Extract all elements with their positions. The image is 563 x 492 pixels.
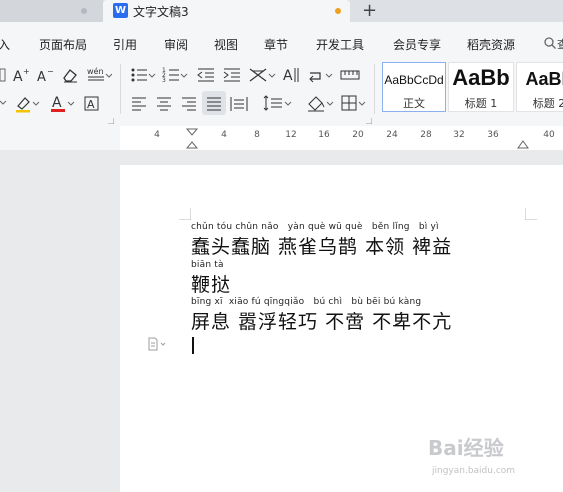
numbered-list-icon[interactable]: 123	[162, 65, 188, 85]
distributed-align-icon[interactable]	[230, 93, 248, 113]
svg-text:+: +	[23, 67, 30, 76]
doc-line-2: biān tà 鞭挞	[191, 260, 231, 297]
group-launcher-icon[interactable]	[366, 118, 372, 124]
borders-icon[interactable]	[340, 93, 366, 113]
text-cursor	[192, 337, 194, 354]
svg-text:3: 3	[162, 77, 166, 84]
paragraph-options-icon[interactable]	[147, 337, 167, 351]
unsaved-indicator-icon	[335, 8, 341, 14]
search-icon[interactable]	[544, 37, 556, 49]
character-border-icon[interactable]: A	[84, 93, 100, 113]
tab-bar: W 文字文稿3 +	[0, 0, 563, 22]
menu-page-layout[interactable]: 页面布局	[39, 36, 87, 53]
shading-icon[interactable]	[306, 93, 334, 113]
ruler-number: 20	[352, 130, 364, 140]
new-tab-button[interactable]: +	[362, 0, 377, 22]
writer-doc-icon: W	[113, 3, 128, 18]
ruler-number: 4	[154, 130, 160, 140]
doc-line-3: bīng xī xiāo fú qīngqiǎo bú chì bù bēi b…	[191, 297, 452, 334]
ruler-number: 32	[453, 130, 465, 140]
pinyin-guide-icon[interactable]: wén	[86, 65, 112, 85]
align-right-icon[interactable]	[180, 93, 198, 113]
font-size-dropdown-icon[interactable]	[0, 65, 8, 85]
tab-active-document[interactable]: W 文字文稿3	[103, 0, 350, 22]
dropdown-arrow-icon[interactable]	[0, 93, 8, 113]
tab-previous[interactable]	[0, 0, 103, 22]
right-indent-marker-icon[interactable]	[517, 131, 529, 149]
svg-text:A: A	[283, 68, 293, 84]
doc-line-1: chǔn tóu chǔn nǎo yàn què wū què běn lǐn…	[191, 222, 452, 259]
style-normal[interactable]: AaBbCcDd 正文	[382, 62, 446, 112]
ruler-number: 40	[543, 130, 555, 140]
font-color-icon[interactable]: A	[50, 93, 76, 113]
style-heading-2[interactable]: AaBb 标题 2	[516, 62, 563, 112]
margin-corner-top-left	[179, 208, 191, 220]
chinese-layout-icon[interactable]	[248, 65, 276, 85]
chinese-text: 屏息 嚣浮轻巧 不啻 不卑不亢	[191, 311, 453, 333]
indent-marker-icon[interactable]	[186, 128, 198, 150]
chinese-text: 蠢头蠢脑 燕雀乌鹊 本领 裨益	[191, 236, 453, 258]
style-normal-label: 正文	[403, 97, 425, 110]
ruler-number: 16	[318, 130, 330, 140]
margin-corner-top-right	[525, 208, 537, 220]
chinese-text: 鞭挞	[191, 274, 232, 296]
menu-docer-resources[interactable]: 稻壳资源	[467, 36, 515, 53]
menu-member[interactable]: 会员专享	[393, 36, 441, 53]
svg-text:−: −	[47, 67, 54, 76]
menu-review[interactable]: 审阅	[164, 36, 188, 53]
show-hide-marks-icon[interactable]: A	[282, 65, 300, 85]
ruler-number: 28	[420, 130, 432, 140]
menu-insert[interactable]: 插入	[0, 36, 10, 53]
tab-title: 文字文稿3	[133, 5, 189, 19]
menu-chapter[interactable]: 章节	[264, 36, 288, 53]
align-left-icon[interactable]	[130, 93, 148, 113]
svg-text:A: A	[52, 95, 62, 111]
style-heading-2-label: 标题 2	[532, 97, 563, 110]
increase-indent-icon[interactable]	[222, 65, 242, 85]
table-ruler-icon[interactable]	[340, 65, 360, 85]
menu-references[interactable]: 引用	[113, 36, 137, 53]
bullet-list-icon[interactable]	[130, 65, 156, 85]
ruler-number: 36	[487, 130, 499, 140]
ruler-number: 4	[221, 130, 227, 140]
pinyin-annotation: bīng xī xiāo fú qīngqiǎo bú chì bù bēi b…	[191, 297, 422, 307]
watermark-url: jingyan.baidu.com	[432, 466, 516, 476]
decrease-font-size-icon[interactable]: A −	[36, 65, 54, 85]
highlight-color-icon[interactable]	[14, 93, 40, 113]
svg-text:wén: wén	[87, 66, 104, 76]
horizontal-ruler[interactable]: 4 4 8 12 16 20 24 28 32 36 40	[0, 126, 563, 150]
ribbon-toolbar: A + A − wén A A 123 A AaBbCcDd 正文 AaBb 标…	[0, 56, 563, 126]
ruler-number: 8	[254, 130, 260, 140]
toolbar-separator	[374, 64, 375, 114]
watermark-brand: Bai经验	[428, 436, 504, 460]
tab-close-dot-icon[interactable]	[81, 8, 87, 14]
search-label[interactable]: 查	[557, 36, 563, 52]
menu-developer[interactable]: 开发工具	[316, 36, 364, 53]
ruler-number: 24	[386, 130, 398, 140]
group-launcher-icon[interactable]	[108, 118, 114, 124]
menu-bar: 插入 页面布局 引用 审阅 视图 章节 开发工具 会员专享 稻壳资源 查	[0, 22, 563, 56]
menu-view[interactable]: 视图	[214, 36, 238, 53]
decrease-indent-icon[interactable]	[196, 65, 216, 85]
clear-format-eraser-icon[interactable]	[61, 65, 79, 85]
style-heading-2-sample: AaBb	[525, 69, 563, 89]
svg-text:A: A	[37, 70, 46, 85]
svg-text:A: A	[13, 69, 23, 85]
ruler-number: 12	[285, 130, 297, 140]
pinyin-annotation: chǔn tóu chǔn nǎo yàn què wū què běn lǐn…	[191, 222, 439, 232]
style-normal-sample: AaBbCcDd	[384, 73, 444, 87]
justify-icon[interactable]	[202, 91, 226, 115]
align-center-icon[interactable]	[155, 93, 173, 113]
svg-text:A: A	[87, 98, 95, 111]
toolbar-separator	[120, 64, 121, 114]
increase-font-size-icon[interactable]: A +	[12, 65, 30, 85]
style-heading-1-sample: AaBb	[452, 65, 510, 90]
line-spacing-icon[interactable]	[262, 93, 292, 113]
style-heading-1-label: 标题 1	[464, 97, 498, 110]
pinyin-annotation: biān tà	[191, 260, 224, 270]
line-break-arrow-icon[interactable]	[306, 65, 334, 85]
style-heading-1[interactable]: AaBb 标题 1	[448, 62, 514, 112]
